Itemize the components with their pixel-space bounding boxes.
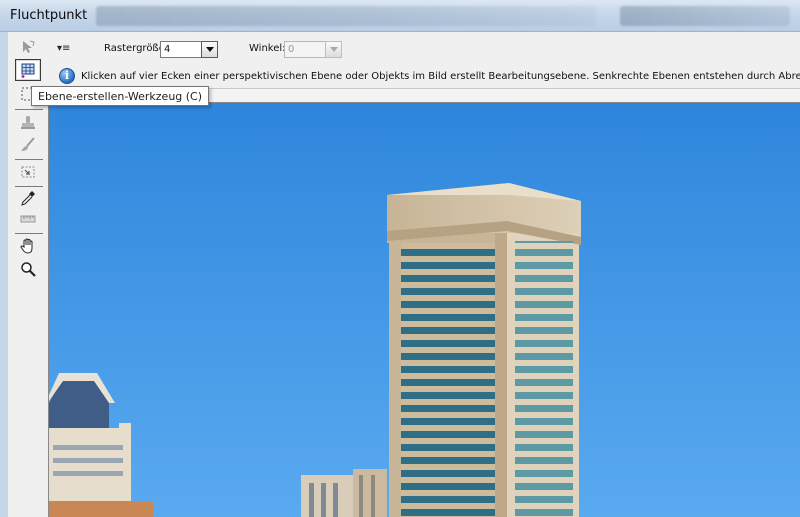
tool-separator [15,159,43,160]
background-window-controls [620,6,790,26]
angle-dropdown-button[interactable] [325,41,342,58]
brush-icon [21,137,35,151]
arrow-plane-icon [23,40,35,53]
grid-size-dropdown-button[interactable] [201,41,218,58]
ruler-icon [20,215,36,223]
middle-buildings [301,469,387,517]
create-plane-icon [21,63,35,78]
info-icon: i [59,68,75,84]
image-canvas[interactable] [48,102,800,517]
eyedropper-tool[interactable] [15,187,41,209]
background-menu-bar [96,6,596,26]
measure-tool[interactable] [15,208,41,230]
grid-size-value: 4 [164,44,171,55]
main-tower [387,183,581,517]
options-bar: ▾≡ Rastergröße: 4 Winkel: 0 [48,32,800,65]
window-title: Fluchtpunkt [10,8,88,23]
eyedropper-icon [21,191,35,206]
create-plane-tool[interactable] [15,59,41,81]
edit-plane-tool[interactable] [15,36,41,58]
angle-value: 0 [288,44,295,55]
tool-separator [15,233,43,234]
chevron-down-icon [329,47,338,52]
brush-tool[interactable] [15,134,41,156]
photo-skyline [49,103,800,517]
stamp-tool[interactable] [15,112,41,134]
angle-field[interactable]: 0 [284,41,328,58]
tool-separator [15,109,43,110]
info-text: Klicken auf vier Ecken einer perspektivi… [81,71,800,82]
tool-tooltip: Ebene-erstellen-Werkzeug (C) [31,86,210,106]
hand-tool[interactable] [15,235,41,257]
grid-size-label: Rastergröße: [104,43,169,54]
panel-menu-icon[interactable]: ▾≡ [57,43,70,54]
grid-size-field[interactable]: 4 [160,41,204,58]
chevron-down-icon [205,47,214,52]
angle-label: Winkel: [249,43,286,54]
transform-tool[interactable] [15,161,41,183]
transform-icon [21,166,35,178]
hand-icon [20,238,33,254]
stamp-icon [21,116,35,129]
title-bar: Fluchtpunkt [0,0,800,32]
zoom-tool[interactable] [15,258,41,280]
magnifier-icon [21,262,36,277]
